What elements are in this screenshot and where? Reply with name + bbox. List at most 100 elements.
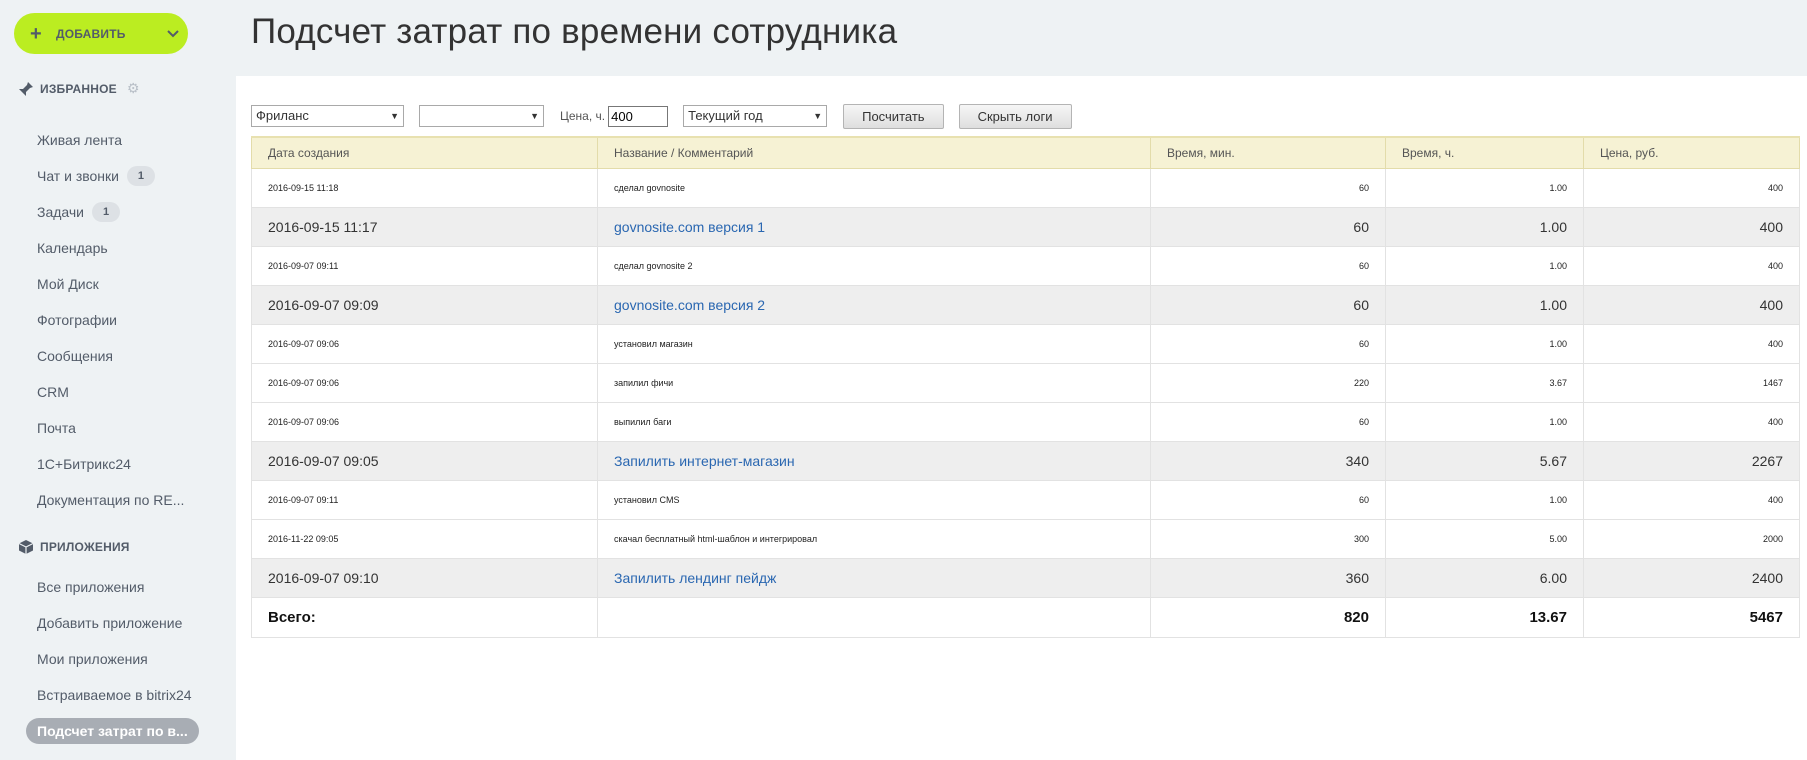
sidebar-app-item[interactable]: Все приложения — [0, 569, 236, 605]
total-label: Всего: — [251, 596, 598, 638]
table-body: 2016-09-15 11:18 сделал govnosite 60 1.00 40… — [251, 167, 1800, 598]
task-row: 2016-09-07 09:09 govnosite.com версия 2 60… — [251, 284, 1800, 325]
task-link[interactable]: Запилить интернет-магазин — [614, 453, 795, 469]
header-minutes[interactable]: Время, мин. — [1150, 136, 1386, 169]
time-cost-table: Дата создания Название / Комментарий Вре… — [251, 136, 1800, 638]
cell-name: скачал бесплатный html-шаблон и интегрир… — [597, 518, 1151, 559]
sidebar-item[interactable]: Чат и звонки 1 — [0, 158, 236, 194]
sidebar-item-label: Встраиваемое в bitrix24 — [37, 687, 192, 703]
cell-date: 2016-09-07 09:11 — [251, 479, 598, 520]
table-total-row: Всего: 820 13.67 5467 — [251, 596, 1800, 638]
employee-select[interactable]: Фриланс ▼ — [251, 105, 404, 127]
sidebar-item-label: Все приложения — [37, 579, 145, 595]
cell-hours: 1.00 — [1385, 245, 1584, 286]
page-title: Подсчет затрат по времени сотрудника — [251, 12, 898, 51]
task-link[interactable]: Запилить лендинг пейдж — [614, 570, 776, 586]
chevron-down-icon[interactable] — [158, 29, 188, 38]
hide-logs-button[interactable]: Скрыть логи — [958, 103, 1072, 129]
cell-name: Запилить интернет-магазин — [597, 440, 1151, 481]
favorites-section-title[interactable]: ИЗБРАННОЕ ⚙ — [18, 80, 140, 97]
cell-minutes: 60 — [1150, 401, 1386, 442]
cell-name: Запилить лендинг пейдж — [597, 557, 1151, 598]
sidebar-item-label: 1С+Битрикс24 — [37, 456, 131, 472]
counter-badge: 1 — [92, 202, 121, 222]
period-select-value: Текущий год — [688, 108, 763, 123]
sidebar-item-label: Почта — [37, 420, 76, 436]
header-name[interactable]: Название / Комментарий — [597, 136, 1151, 169]
cell-price: 400 — [1583, 245, 1800, 286]
add-button-label: ДОБАВИТЬ — [56, 26, 126, 41]
cell-name: запилил фичи — [597, 362, 1151, 403]
sidebar-item[interactable]: Живая лента — [0, 122, 236, 158]
cell-date: 2016-09-07 09:06 — [251, 401, 598, 442]
task-link[interactable]: govnosite.com версия 2 — [614, 297, 765, 313]
main-content: Фриланс ▼ ▼ Цена, ч. Текущий год ▼ Посчи… — [236, 76, 1807, 760]
sidebar-item[interactable]: Задачи 1 — [0, 194, 236, 230]
cell-hours: 3.67 — [1385, 362, 1584, 403]
sidebar-item[interactable]: Сообщения — [0, 338, 236, 374]
header-price[interactable]: Цена, руб. — [1583, 136, 1800, 169]
price-input[interactable] — [608, 105, 669, 127]
sidebar-item-label: Документация по RE... — [37, 492, 185, 508]
sidebar-item[interactable]: Почта — [0, 410, 236, 446]
cell-hours: 5.67 — [1385, 440, 1584, 481]
sidebar-item[interactable]: Мой Диск — [0, 266, 236, 302]
sidebar-item[interactable]: CRM — [0, 374, 236, 410]
cell-hours: 1.00 — [1385, 401, 1584, 442]
cell-price: 2400 — [1583, 557, 1800, 598]
cell-name: установил магазин — [597, 323, 1151, 364]
cell-price: 400 — [1583, 323, 1800, 364]
sidebar-item-label: Мои приложения — [37, 651, 148, 667]
cube-icon — [18, 539, 34, 555]
cell-date: 2016-09-07 09:05 — [251, 440, 598, 481]
period-select[interactable]: Текущий год ▼ — [683, 105, 828, 127]
cell-name: govnosite.com версия 2 — [597, 284, 1151, 325]
pin-icon — [18, 81, 34, 97]
filters-bar: Фриланс ▼ ▼ Цена, ч. Текущий год ▼ Посчи… — [251, 103, 1072, 129]
cell-minutes: 60 — [1150, 284, 1386, 325]
sidebar-item[interactable]: Фотографии — [0, 302, 236, 338]
calculate-button[interactable]: Посчитать — [843, 103, 944, 129]
apps-section-title[interactable]: ПРИЛОЖЕНИЯ — [18, 539, 130, 555]
counter-badge: 1 — [126, 166, 155, 186]
sidebar-item-label: Живая лента — [37, 132, 123, 148]
project-select[interactable]: ▼ — [419, 105, 544, 127]
favorites-title: ИЗБРАННОЕ — [40, 81, 117, 96]
cell-minutes: 60 — [1150, 323, 1386, 364]
cell-price: 2000 — [1583, 518, 1800, 559]
cell-name: установил CMS — [597, 479, 1151, 520]
cell-minutes: 60 — [1150, 245, 1386, 286]
table-header-row: Дата создания Название / Комментарий Вре… — [251, 136, 1800, 169]
total-empty-cell — [597, 596, 1151, 638]
sidebar-item-label: Задачи — [37, 204, 85, 220]
cell-price: 2267 — [1583, 440, 1800, 481]
task-row: 2016-09-07 09:05 Запилить интернет-магази… — [251, 440, 1800, 481]
add-button[interactable]: + ДОБАВИТЬ — [14, 13, 188, 54]
cell-date: 2016-09-07 09:06 — [251, 323, 598, 364]
sidebar-app-item[interactable]: Встраиваемое в bitrix24 — [0, 677, 236, 713]
dropdown-arrow-icon: ▼ — [813, 111, 823, 121]
sidebar-app-item[interactable]: Мои приложения — [0, 641, 236, 677]
sidebar-app-item[interactable]: Подсчет затрат по в... — [0, 713, 236, 749]
total-price: 5467 — [1583, 596, 1800, 638]
task-link[interactable]: govnosite.com версия 1 — [614, 219, 765, 235]
sidebar-item[interactable]: Документация по RE... — [0, 482, 236, 518]
sidebar-item-label: Добавить приложение — [37, 615, 183, 631]
header-hours[interactable]: Время, ч. — [1385, 136, 1584, 169]
header-date[interactable]: Дата создания — [251, 136, 598, 169]
task-row: 2016-09-15 11:17 govnosite.com версия 1 60… — [251, 206, 1800, 247]
favorites-list: Живая лента Чат и звонки 1 Задачи 1 Календарь… — [0, 122, 236, 518]
sidebar-app-item[interactable]: Добавить приложение — [0, 605, 236, 641]
cell-price: 400 — [1583, 167, 1800, 208]
total-hours: 13.67 — [1385, 596, 1584, 638]
cell-name: сделал govnosite — [597, 167, 1151, 208]
cell-date: 2016-11-22 09:05 — [251, 518, 598, 559]
cell-minutes: 60 — [1150, 479, 1386, 520]
cell-date: 2016-09-07 09:11 — [251, 245, 598, 286]
log-row: 2016-11-22 09:05 скачал бесплатный html-ш… — [251, 518, 1800, 559]
cell-name: govnosite.com версия 1 — [597, 206, 1151, 247]
gear-icon[interactable]: ⚙ — [127, 80, 140, 97]
sidebar-item[interactable]: 1С+Битрикс24 — [0, 446, 236, 482]
apps-list: Все приложения Добавить приложение Мои при… — [0, 569, 236, 749]
sidebar-item[interactable]: Календарь — [0, 230, 236, 266]
